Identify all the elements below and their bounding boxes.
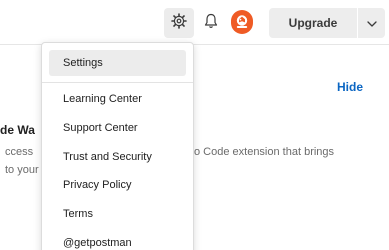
user-avatar[interactable] bbox=[231, 9, 253, 37]
menu-item-getpostman[interactable]: @getpostman bbox=[49, 230, 186, 250]
banner-text-line1-end: o Code extension that brings bbox=[194, 146, 335, 158]
top-bar: Upgrade bbox=[0, 0, 389, 44]
menu-divider bbox=[42, 82, 193, 83]
gear-icon bbox=[171, 12, 187, 34]
banner-text-line2-start: to your bbox=[5, 164, 39, 176]
menu-item-learning-center[interactable]: Learning Center bbox=[49, 86, 186, 112]
settings-menu: Settings Learning Center Support Center … bbox=[41, 42, 194, 250]
settings-button[interactable] bbox=[164, 8, 194, 38]
hide-link[interactable]: Hide bbox=[337, 80, 363, 94]
menu-item-support-center[interactable]: Support Center bbox=[49, 115, 186, 141]
notifications-button[interactable] bbox=[196, 8, 226, 38]
postman-logo-icon bbox=[231, 9, 253, 37]
upgrade-button[interactable]: Upgrade bbox=[269, 8, 357, 38]
menu-item-settings[interactable]: Settings bbox=[49, 50, 186, 76]
menu-item-privacy-policy[interactable]: Privacy Policy bbox=[49, 172, 186, 198]
upgrade-dropdown-toggle[interactable] bbox=[358, 8, 385, 38]
banner-text-line1-start: ccess bbox=[5, 146, 34, 158]
bell-icon bbox=[204, 13, 218, 34]
menu-item-terms[interactable]: Terms bbox=[49, 201, 186, 227]
upgrade-button-group: Upgrade bbox=[269, 8, 385, 38]
menu-item-trust-and-security[interactable]: Trust and Security bbox=[49, 144, 186, 170]
chevron-down-icon bbox=[366, 14, 377, 32]
